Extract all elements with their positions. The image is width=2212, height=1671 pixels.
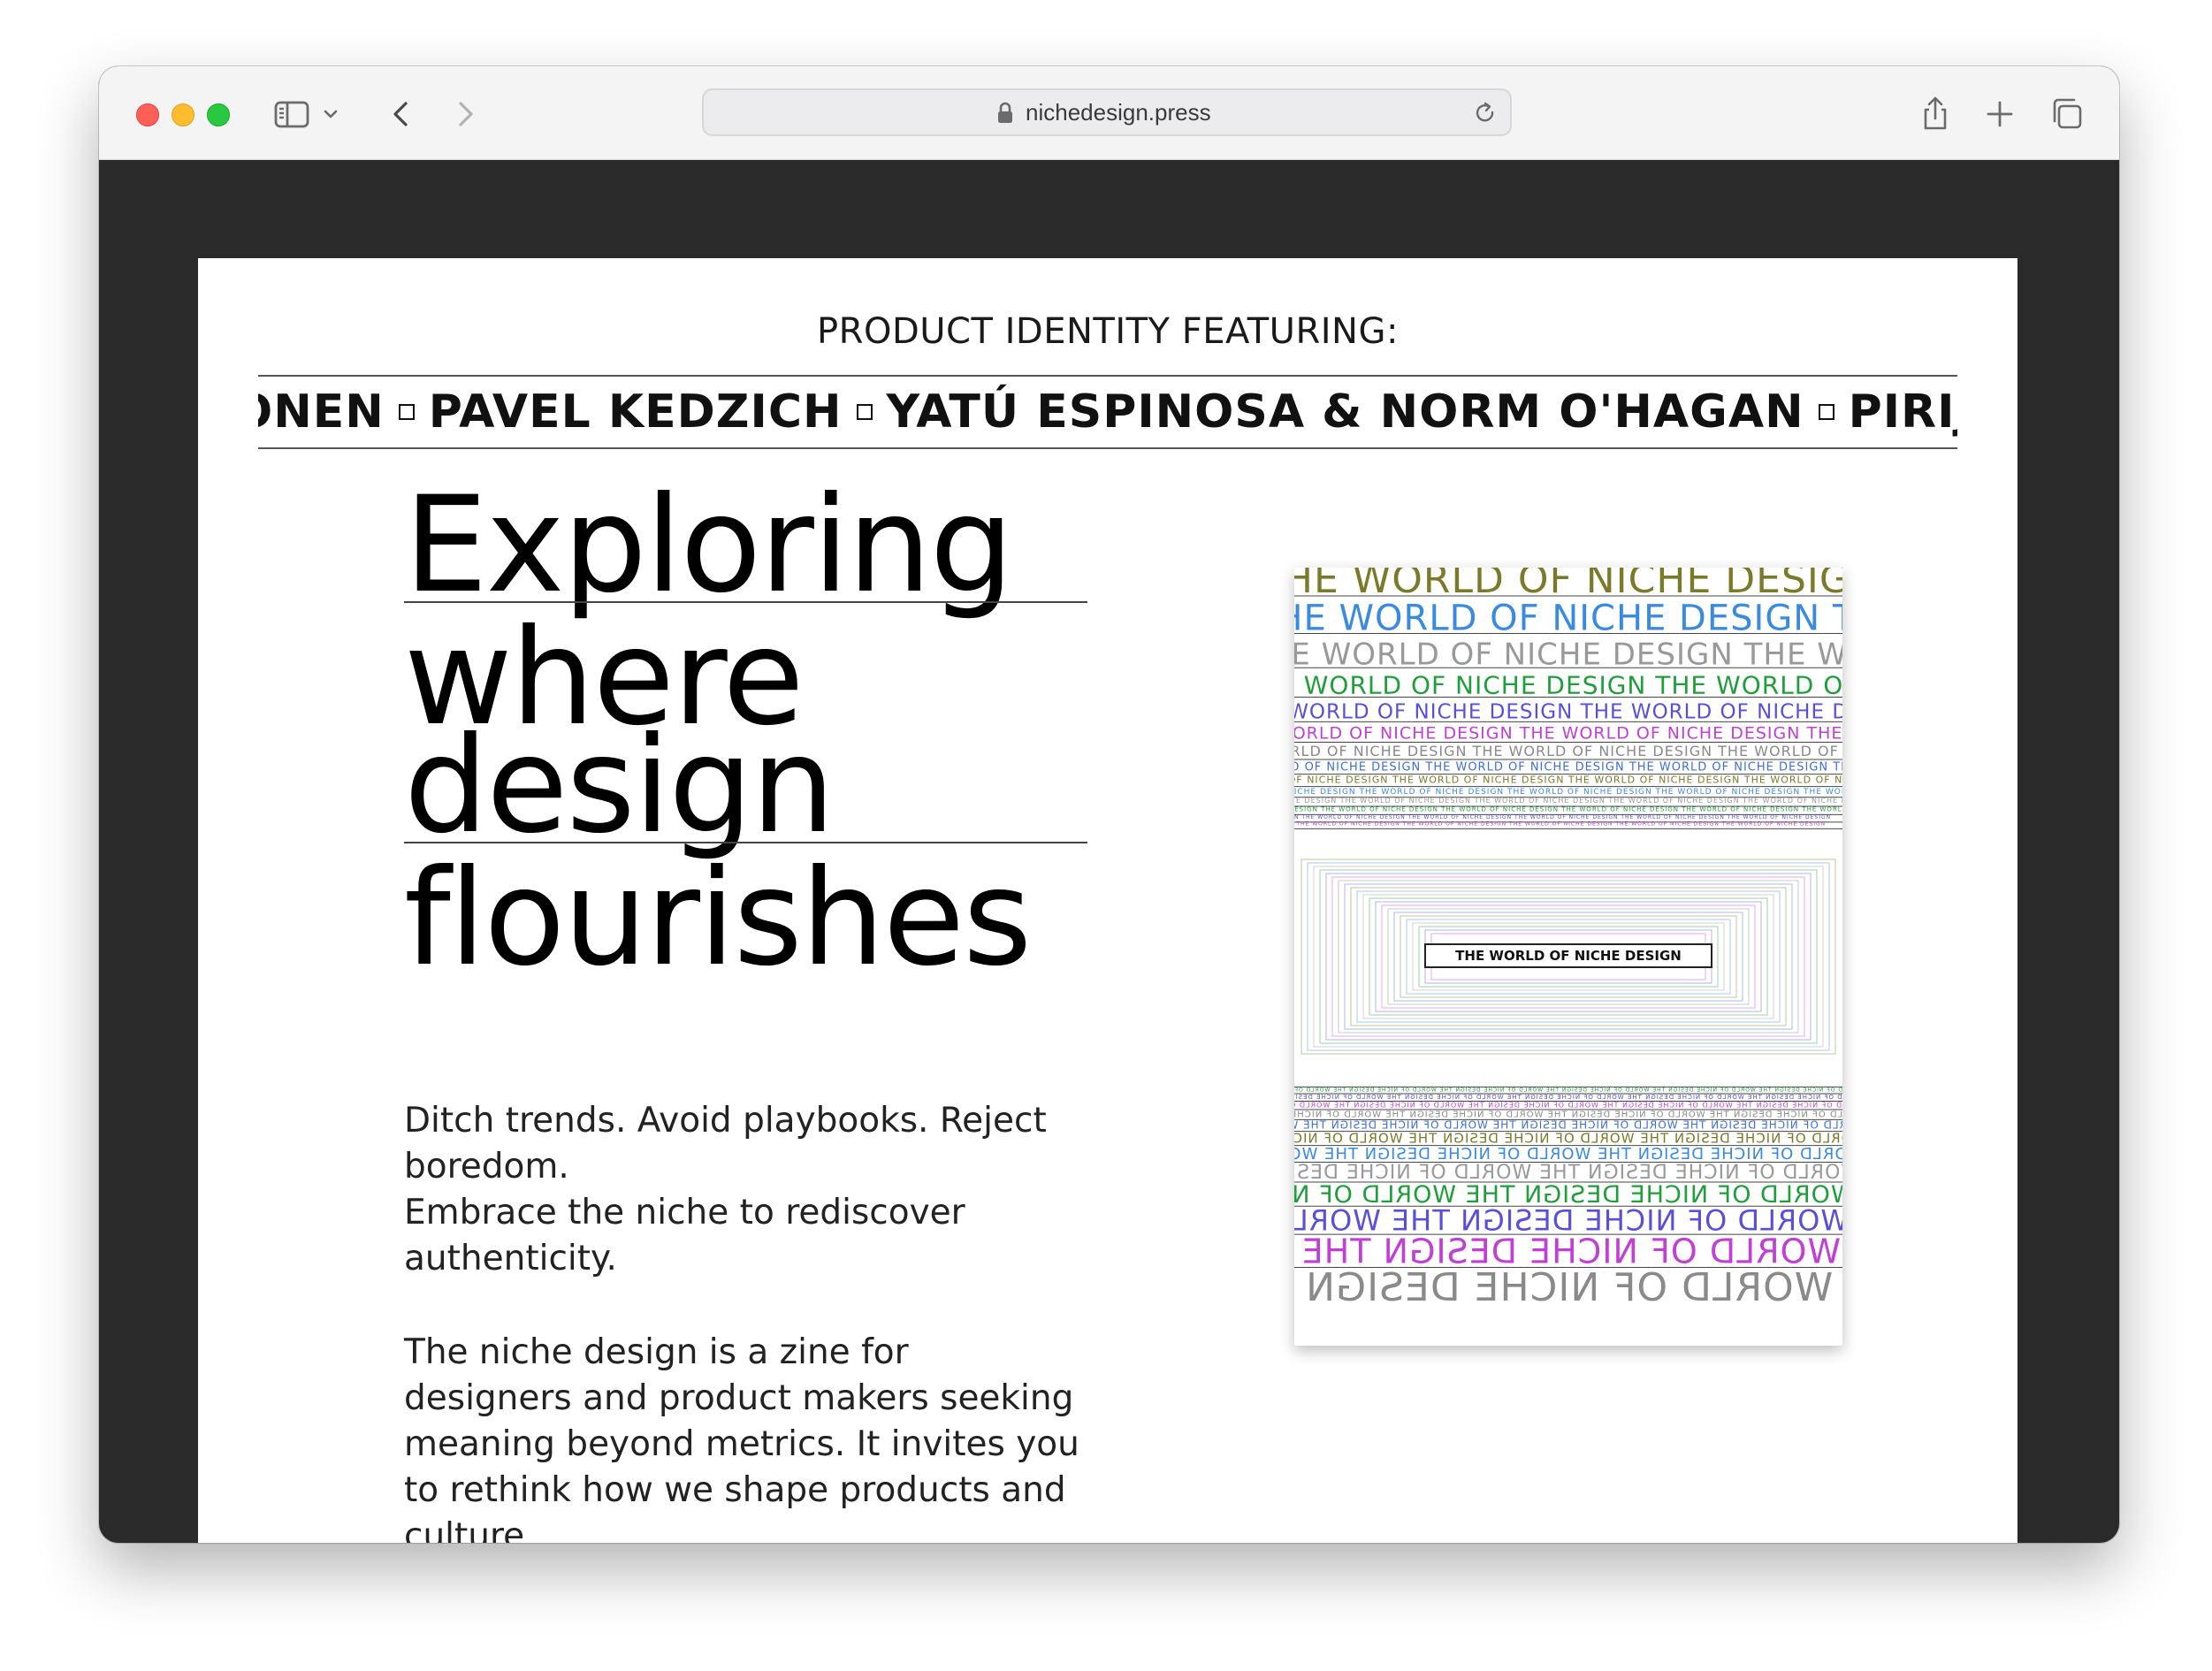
cover-pattern-row-mirrored: THE WORLD OF NICHE DESIGN THE WORLD OF N… (1294, 1087, 1842, 1094)
forward-icon[interactable] (446, 95, 484, 134)
cover-pattern-row-mirrored: THE WORLD OF NICHE DESIGN THE WORLD OF N… (1294, 1145, 1842, 1164)
headline-line: flourishes (404, 842, 1032, 996)
share-icon[interactable] (1916, 95, 1955, 134)
close-window-button[interactable] (136, 103, 159, 126)
cover-title: THE WORLD OF NICHE DESIGN (1455, 948, 1682, 964)
zine-cover-image: THE WORLD OF NICHE DESIGN THE WORLD OF N… (1294, 568, 1842, 1346)
cover-pattern-row-mirrored: THE WORLD OF NICHE DESIGN THE WORLD OF N… (1294, 1265, 1842, 1310)
description-paragraph: The niche design is a zine for designers… (404, 1330, 1102, 1543)
square-separator-icon (398, 404, 415, 420)
cover-pattern-row-mirrored: THE WORLD OF NICHE DESIGN THE WORLD OF N… (1294, 1101, 1842, 1109)
paragraph-line: Embrace the niche to rediscover (404, 1193, 965, 1232)
address-url: nichedesign.press (1026, 99, 1211, 126)
cover-pattern-row-mirrored: THE WORLD OF NICHE DESIGN THE WORLD OF N… (1294, 1130, 1842, 1146)
cover-pattern-row: THE WORLD OF NICHE DESIGN THE WORLD OF N… (1294, 637, 1842, 672)
paragraph-line: boredom. (404, 1147, 569, 1186)
cover-pattern-row: THE WORLD OF NICHE DESIGN THE WORLD OF N… (1294, 700, 1842, 723)
designer-ticker: ONEN PAVEL KEDZICH YATÚ ESPINOSA & NORM O'… (258, 384, 1957, 446)
ticker-top-rule (258, 375, 1957, 377)
lock-icon (995, 102, 1015, 129)
browser-window: nichedesign.press PRODUCT IDENTITY FEATU… (99, 66, 2119, 1543)
back-icon[interactable] (382, 95, 421, 134)
plus-icon[interactable] (1980, 95, 2019, 134)
cover-pattern-row: THE WORLD OF NICHE DESIGN THE WORLD OF N… (1294, 761, 1842, 774)
sidebar-icon[interactable] (272, 95, 311, 134)
cover-pattern-row: THE WORLD OF NICHE DESIGN THE WORLD OF N… (1294, 797, 1842, 805)
cover-pattern-row: THE WORLD OF NICHE DESIGN THE WORLD OF N… (1294, 723, 1842, 743)
paragraph-line: authenticity. (404, 1239, 617, 1278)
reload-icon[interactable] (1473, 101, 1498, 130)
paragraph-line: meaning beyond metrics. It invites you (404, 1424, 1079, 1464)
web-page: PRODUCT IDENTITY FEATURING: ONEN PAVEL KE… (198, 258, 2017, 1543)
minimize-window-button[interactable] (172, 103, 195, 126)
cover-pattern-row: THE WORLD OF NICHE DESIGN THE WORLD OF N… (1294, 805, 1842, 813)
paragraph-line: The niche design is a zine for (404, 1332, 909, 1372)
cover-pattern-row: THE WORLD OF NICHE DESIGN THE WORLD OF N… (1294, 598, 1842, 638)
tabs-icon[interactable] (2047, 95, 2086, 134)
cover-pattern-row: THE WORLD OF NICHE DESIGN THE WORLD OF N… (1294, 788, 1842, 797)
ticker-track: ONEN PAVEL KEDZICH YATÚ ESPINOSA & NORM O'… (258, 385, 1957, 439)
paragraph-line: to rethink how we shape products and (404, 1470, 1066, 1510)
cover-pattern-row: THE WORLD OF NICHE DESIGN THE WORLD OF N… (1294, 820, 1826, 827)
address-bar[interactable]: nichedesign.press (702, 88, 1512, 136)
cover-pattern-row: THE WORLD OF NICHE DESIGN THE WORLD OF N… (1294, 568, 1842, 602)
headline-line: Exploring (404, 469, 1014, 622)
intro-paragraph: Ditch trends. Avoid playbooks. Reject bo… (404, 1098, 1102, 1282)
cover-pattern-row: THE WORLD OF NICHE DESIGN THE WORLD OF N… (1294, 743, 1842, 759)
square-separator-icon (1818, 404, 1834, 420)
featuring-label: PRODUCT IDENTITY FEATURING: (817, 311, 1399, 352)
ticker-item[interactable]: PAVEL KEDZICH (429, 385, 843, 439)
cover-pattern-row: THE WORLD OF NICHE DESIGN THE WORLD OF N… (1294, 671, 1842, 700)
zoom-window-button[interactable] (207, 103, 230, 126)
zine-cover-art: THE WORLD OF NICHE DESIGN THE WORLD OF N… (1294, 568, 1842, 1310)
cover-pattern-row: THE WORLD OF NICHE DESIGN THE WORLD OF N… (1294, 774, 1842, 786)
cover-title-box: THE WORLD OF NICHE DESIGN (1424, 943, 1712, 968)
chevron-down-icon[interactable] (320, 95, 341, 134)
browser-toolbar: nichedesign.press (99, 66, 2119, 160)
ticker-item[interactable]: ONEN (258, 385, 385, 439)
ticker-bottom-rule (258, 447, 1957, 449)
ticker-item[interactable]: YATÚ ESPINOSA & NORM O'HAGAN (887, 385, 1804, 439)
paragraph-line: culture. (404, 1516, 536, 1543)
cover-pattern-row-mirrored: THE WORLD OF NICHE DESIGN THE WORLD OF N… (1294, 1094, 1842, 1101)
cover-pattern-row: THE WORLD OF NICHE DESIGN THE WORLD OF N… (1294, 814, 1831, 820)
ticker-item[interactable]: PIRIJAN (1849, 385, 1957, 439)
paragraph-line: designers and product makers seeking (404, 1378, 1074, 1418)
square-separator-icon (856, 404, 873, 420)
headline-line: design (404, 709, 835, 863)
paragraph-line: Ditch trends. Avoid playbooks. Reject (404, 1101, 1047, 1141)
